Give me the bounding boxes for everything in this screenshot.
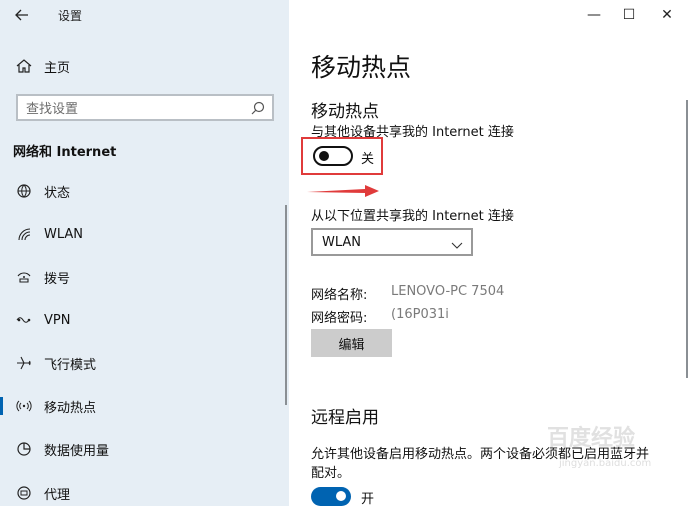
sidebar-item-status[interactable]: 状态 [0,173,289,209]
remote-toggle[interactable] [311,487,351,506]
hotspot-toggle-label: 关 [361,152,375,167]
sidebar-item-label: 飞行模式 [44,357,97,373]
section-title: 网络和 Internet [13,145,117,160]
sidebar-item-label: 数据使用量 [44,443,110,459]
page-title: 移动热点 [311,53,412,82]
sidebar-item-data-usage[interactable]: 数据使用量 [0,431,289,467]
remote-toggle-label: 开 [361,492,375,506]
back-arrow-icon[interactable] [12,5,32,25]
sidebar: 设置 主页 查找设置 网络和 Internet 状态 WLAN 拨号 VPN 飞… [0,0,289,506]
nav-home-label: 主页 [44,60,71,76]
maximize-icon[interactable]: ☐ [614,5,644,25]
edit-button[interactable]: 编辑 [311,329,392,357]
sidebar-scrollbar[interactable] [285,205,287,405]
toggle-knob [319,151,329,161]
network-password-label: 网络密码: [311,311,368,326]
share-from-label: 从以下位置共享我的 Internet 连接 [311,209,514,224]
hotspot-toggle[interactable] [313,146,353,166]
sidebar-item-label: VPN [44,312,71,328]
airplane-icon [15,354,33,372]
sidebar-item-label: 状态 [44,185,71,201]
home-icon [15,57,33,75]
red-arrow-annotation [307,185,379,197]
sidebar-item-dialup[interactable]: 拨号 [0,259,289,295]
globe-icon [15,182,33,200]
search-icon[interactable] [250,100,266,116]
main-panel: — ☐ ✕ 移动热点 移动热点 与其他设备共享我的 Internet 连接 关 … [289,0,692,506]
app-title: 设置 [58,9,83,23]
hotspot-icon [15,397,33,415]
remote-heading: 远程启用 [311,408,379,428]
share-from-value: WLAN [322,234,362,250]
hotspot-heading: 移动热点 [311,102,379,122]
search-input[interactable]: 查找设置 [16,94,274,121]
sidebar-item-proxy[interactable]: 代理 [0,475,289,506]
network-name-value: LENOVO-PC 7504 [391,284,505,299]
search-placeholder: 查找设置 [26,102,79,117]
wifi-icon [15,225,33,243]
sidebar-item-label: 代理 [44,487,71,503]
watermark: 百度经验 [547,426,636,451]
sidebar-item-label: WLAN [44,226,84,242]
proxy-icon [15,484,33,502]
network-name-label: 网络名称: [311,288,368,303]
sidebar-item-airplane[interactable]: 飞行模式 [0,345,289,381]
dialup-icon [15,268,33,286]
network-password-value: (16P031i [391,307,449,322]
active-indicator [0,397,3,415]
sidebar-item-label: 移动热点 [44,400,97,416]
remote-description-line2: 配对。 [311,466,351,481]
close-icon[interactable]: ✕ [652,5,682,25]
sidebar-item-wlan[interactable]: WLAN [0,216,289,252]
watermark-url: jingyan.baidu.com [559,458,652,469]
vpn-icon [15,311,33,329]
share-from-select[interactable]: WLAN [311,228,473,256]
sidebar-item-label: 拨号 [44,271,71,287]
minimize-icon[interactable]: — [579,5,609,25]
sidebar-item-hotspot[interactable]: 移动热点 [0,388,289,424]
main-scrollbar[interactable] [686,100,688,378]
chevron-down-icon [451,236,463,249]
sidebar-item-vpn[interactable]: VPN [0,302,289,338]
toggle-knob [336,491,346,501]
data-usage-icon [15,440,33,458]
nav-home[interactable]: 主页 [0,50,289,82]
